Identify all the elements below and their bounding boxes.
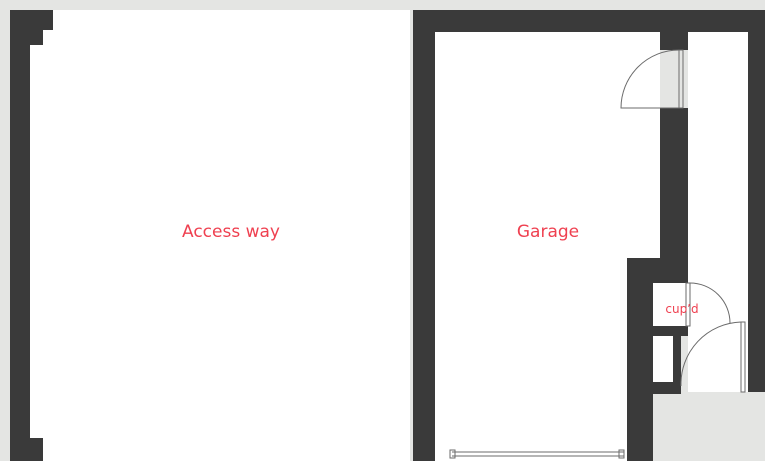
lower-left-wall-dark <box>627 394 653 461</box>
floor-plan: Access way Garage cup’d <box>0 0 765 461</box>
garage-floor <box>435 32 660 461</box>
lower-right-wall <box>673 336 681 394</box>
cupboard-bottom-wall <box>653 326 688 336</box>
garage-area <box>413 10 765 461</box>
lower-void-bottom-wall <box>653 382 675 394</box>
garage-partition-wall-upper <box>660 108 688 258</box>
lower-left-wall <box>653 394 673 461</box>
outside-paved-area <box>673 392 765 461</box>
garage-door-gap <box>455 449 620 461</box>
garage-label: Garage <box>517 222 579 242</box>
cupboard-label: cup’d <box>665 302 698 316</box>
access-way-label: Access way <box>182 222 280 242</box>
side-corridor <box>688 32 748 392</box>
lower-void-floor <box>653 336 675 386</box>
